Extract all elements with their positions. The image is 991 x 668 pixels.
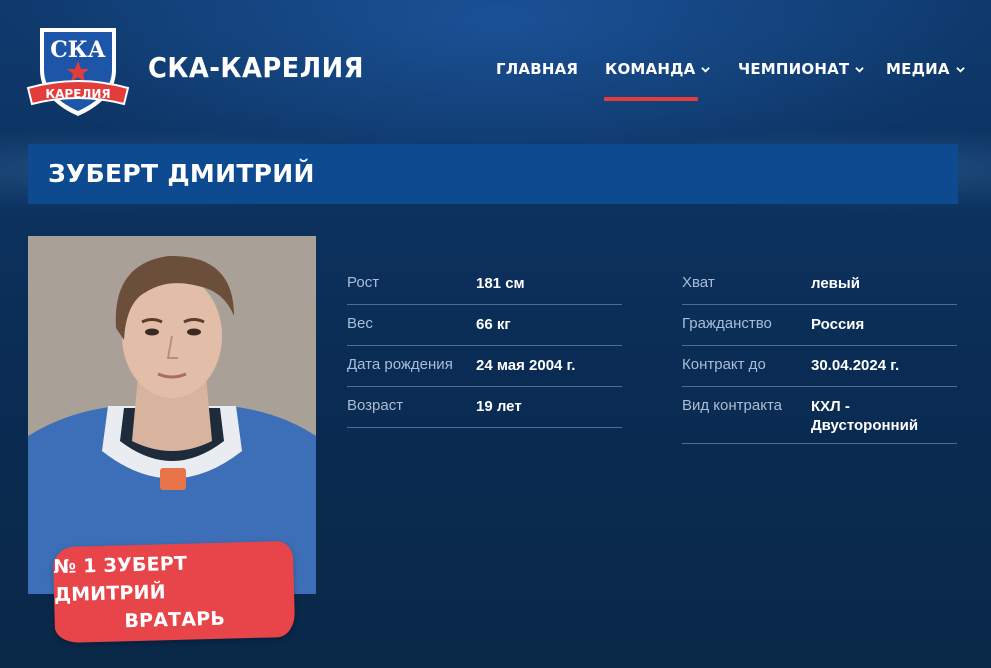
stat-value: 24 мая 2004 г.: [476, 357, 576, 374]
nav-item-label: КОМАНДА: [605, 60, 696, 78]
chevron-down-icon: [955, 66, 965, 73]
stat-value: левый: [811, 275, 860, 292]
stat-value: КХЛ - Двусторонний: [811, 398, 919, 434]
nav-item-championship[interactable]: ЧЕМПИОНАТ: [738, 60, 865, 78]
active-nav-indicator: [604, 97, 698, 101]
stat-row: Вид контракта КХЛ - Двусторонний: [682, 387, 957, 444]
stat-label: Вес: [347, 315, 373, 332]
player-number-badge: № 1 ЗУБЕРТ ДМИТРИЙ ВРАТАРЬ: [52, 540, 296, 644]
chevron-down-icon: [701, 66, 711, 73]
page-title: ЗУБЕРТ ДМИТРИЙ: [48, 159, 315, 188]
stat-label: Гражданство: [682, 315, 772, 332]
stat-value: Россия: [811, 316, 865, 333]
stat-row: Рост 181 см: [347, 264, 622, 305]
player-photo: [28, 236, 316, 594]
stat-value: 30.04.2024 г.: [811, 357, 900, 374]
stat-label: Возраст: [347, 397, 404, 414]
stat-value: 66 кг: [476, 316, 511, 333]
stat-value: 19 лет: [476, 398, 522, 415]
stat-row: Контракт до 30.04.2024 г.: [682, 346, 957, 387]
main-nav: ГЛАВНАЯ КОМАНДА ЧЕМПИОНАТ МЕДИА: [0, 60, 991, 110]
stat-row: Хват левый: [682, 264, 957, 305]
stat-label: Контракт до: [682, 356, 766, 373]
chevron-down-icon: [855, 66, 865, 73]
badge-position: ВРАТАРЬ: [124, 607, 226, 633]
stat-value: 181 см: [476, 275, 525, 292]
stat-row: Дата рождения 24 мая 2004 г.: [347, 346, 622, 387]
player-title-bar: ЗУБЕРТ ДМИТРИЙ: [28, 144, 958, 204]
stat-row: Вес 66 кг: [347, 305, 622, 346]
stat-label: Дата рождения: [347, 356, 453, 373]
nav-item-media[interactable]: МЕДИА: [886, 60, 965, 78]
nav-item-home[interactable]: ГЛАВНАЯ: [496, 60, 578, 78]
badge-name: № 1 ЗУБЕРТ ДМИТРИЙ: [53, 552, 188, 607]
nav-item-label: ГЛАВНАЯ: [496, 60, 579, 78]
player-stats-right: Хват левый Гражданство Россия Контракт д…: [682, 264, 957, 444]
nav-item-team[interactable]: КОМАНДА: [605, 60, 711, 78]
stat-row: Возраст 19 лет: [347, 387, 622, 428]
site-header: СКА КАРЕЛИЯ СКА-КАРЕЛИЯ ГЛАВНАЯ КОМАНДА …: [0, 0, 991, 140]
player-photo-icon: [28, 236, 316, 594]
stat-label: Хват: [682, 274, 715, 291]
nav-item-label: МЕДИА: [886, 60, 950, 78]
player-stats-left: Рост 181 см Вес 66 кг Дата рождения 24 м…: [347, 264, 622, 428]
stat-row: Гражданство Россия: [682, 305, 957, 346]
nav-item-label: ЧЕМПИОНАТ: [738, 60, 850, 78]
stat-label: Рост: [347, 274, 380, 291]
stat-label: Вид контракта: [682, 397, 782, 414]
